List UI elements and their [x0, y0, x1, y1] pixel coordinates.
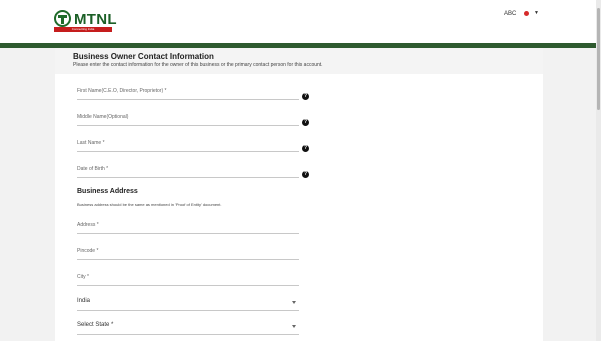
city-label: City *: [77, 274, 89, 280]
user-menu-chevron-icon[interactable]: ▼: [534, 10, 539, 16]
pincode-label: Pincode *: [77, 248, 99, 254]
form-title: Business Owner Contact Information: [73, 52, 214, 61]
mtnl-logo[interactable]: MTNL Connecting India: [54, 10, 117, 32]
question-circle-icon[interactable]: ?: [302, 119, 309, 126]
city-field[interactable]: City *: [77, 272, 299, 286]
address-field[interactable]: Address *: [77, 220, 299, 234]
pincode-field[interactable]: Pincode *: [77, 246, 299, 260]
header-spacer: [0, 31, 596, 43]
logo-text: MTNL: [74, 11, 117, 28]
state-select[interactable]: Select State *: [77, 321, 299, 335]
scrollbar-thumb[interactable]: [597, 8, 600, 110]
last-name-field[interactable]: Last Name *: [77, 138, 299, 152]
form-subtitle: Please enter the contact information for…: [73, 62, 323, 68]
state-value: Select State *: [77, 322, 114, 328]
last-name-label: Last Name *: [77, 140, 105, 146]
middle-name-field[interactable]: Middle Name(Optional): [77, 112, 299, 126]
question-circle-icon[interactable]: ?: [302, 171, 309, 178]
form-header: Business Owner Contact Information Pleas…: [55, 48, 543, 74]
logo-tagline: Connecting India: [54, 27, 112, 32]
business-address-note: Business address should be the same as m…: [77, 202, 222, 207]
middle-name-label: Middle Name(Optional): [77, 114, 129, 120]
country-select[interactable]: India: [77, 297, 299, 311]
form-card: Business Owner Contact Information Pleas…: [55, 48, 543, 341]
business-address-heading: Business Address: [77, 188, 138, 195]
flag-icon: [524, 11, 529, 16]
country-value: India: [77, 298, 91, 304]
question-circle-icon[interactable]: ?: [302, 145, 309, 152]
first-name-label: First Name(C.E.O, Director, Proprietor) …: [77, 88, 167, 94]
user-name[interactable]: ABC: [504, 11, 516, 17]
chevron-down-icon: [292, 301, 296, 304]
mtnl-emblem-icon: [54, 10, 71, 27]
address-label: Address *: [77, 222, 99, 228]
question-circle-icon[interactable]: ?: [302, 93, 309, 100]
date-of-birth-label: Date of Birth *: [77, 166, 109, 172]
chevron-down-icon: [292, 325, 296, 328]
date-of-birth-field[interactable]: Date of Birth *: [77, 164, 299, 178]
first-name-field[interactable]: First Name(C.E.O, Director, Proprietor) …: [77, 86, 299, 100]
